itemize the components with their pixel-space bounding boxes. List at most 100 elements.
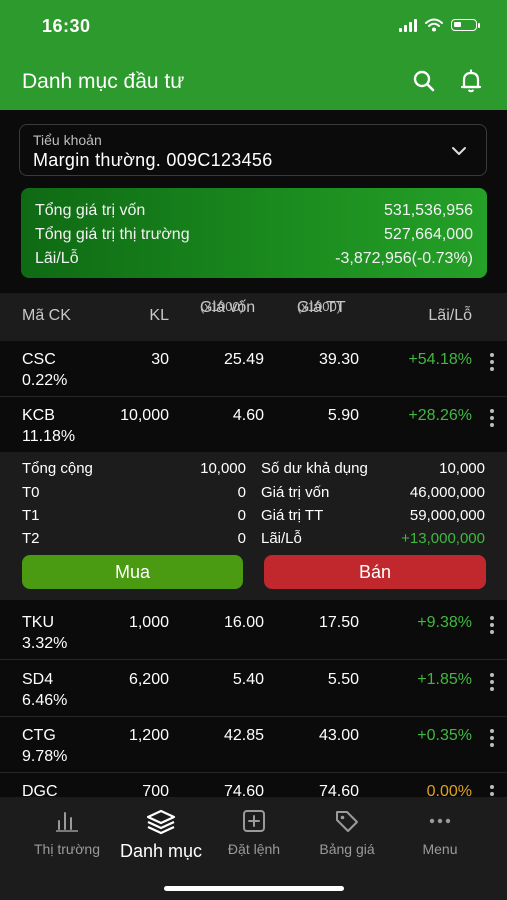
chart-bars-icon <box>56 812 78 832</box>
more-vertical-icon[interactable] <box>489 353 495 373</box>
account-selector[interactable]: Tiểu khoản Margin thường. 009C123456 <box>19 124 487 176</box>
detail-total-label: Tổng cộng <box>22 460 93 477</box>
page-title: Danh mục đầu tư <box>22 70 185 93</box>
row-code: TKU <box>22 614 54 631</box>
status-icons <box>399 18 480 32</box>
chevron-down-icon <box>452 147 466 155</box>
row-weight: 3.32% <box>22 635 68 652</box>
layers-icon <box>146 809 176 835</box>
row-pl: +28.26% <box>408 407 472 424</box>
detail-market-value: 59,000,000 <box>409 507 485 524</box>
account-value: Margin thường. 009C123456 <box>33 150 273 170</box>
detail-pl-value: +13,000,000 <box>401 530 485 547</box>
row-code: CTG <box>22 727 56 744</box>
detail-cost-label: Giá trị vốn <box>261 484 330 501</box>
row-qty: 1,200 <box>128 727 169 744</box>
row-price: 39.30 <box>318 351 359 368</box>
row-price: 43.00 <box>318 727 359 744</box>
detail-t1-value: 0 <box>237 507 246 524</box>
wifi-icon <box>425 18 443 32</box>
buy-button[interactable]: Mua <box>22 555 243 589</box>
header-price-unit: (x1000) <box>297 299 342 314</box>
search-icon[interactable] <box>411 68 437 94</box>
bell-icon[interactable] <box>458 68 484 94</box>
detail-cost-value: 46,000,000 <box>409 484 485 501</box>
row-qty: 30 <box>151 351 169 368</box>
row-cost: 25.49 <box>223 351 264 368</box>
tab-menu-label: Menu <box>422 841 458 857</box>
tab-place-order[interactable]: Đặt lệnh <box>209 809 299 857</box>
detail-pl-label: Lãi/Lỗ <box>261 530 302 547</box>
row-pl: +9.38% <box>417 614 472 631</box>
detail-total-value: 10,000 <box>200 460 246 477</box>
home-indicator <box>164 886 344 891</box>
row-price: 5.90 <box>327 407 359 424</box>
summary-pl-row: Lãi/Lỗ -3,872,956(-0.73%) <box>35 250 473 268</box>
more-vertical-icon[interactable] <box>489 409 495 429</box>
tab-menu[interactable]: Menu <box>395 809 485 857</box>
header-cost-unit: (x1000) <box>200 299 245 314</box>
row-cost: 5.40 <box>232 671 264 688</box>
summary-capital-label: Tổng giá trị vốn <box>35 202 146 219</box>
more-vertical-icon[interactable] <box>489 616 495 636</box>
tab-portfolio[interactable]: Danh mục <box>115 809 207 862</box>
detail-t0-label: T0 <box>22 484 40 501</box>
detail-t0-value: 0 <box>237 484 246 501</box>
detail-t2-value: 0 <box>237 530 246 547</box>
row-cost: 16.00 <box>223 614 264 631</box>
row-price: 5.50 <box>327 671 359 688</box>
summary-capital-value: 531,536,956 <box>384 202 473 219</box>
row-code: SD4 <box>22 671 54 688</box>
row-pl: +54.18% <box>408 351 472 368</box>
row-pl: +1.85% <box>417 671 472 688</box>
tab-market-label: Thị trường <box>33 841 100 857</box>
detail-market-label: Giá trị TT <box>261 507 324 524</box>
summary-market-row: Tổng giá trị thị trường 527,664,000 <box>35 226 473 244</box>
detail-t1-label: T1 <box>22 507 40 524</box>
detail-available-value: 10,000 <box>439 460 485 477</box>
more-vertical-icon[interactable] <box>489 673 495 693</box>
detail-available-label: Số dư khả dụng <box>261 460 368 477</box>
header-qty: KL <box>149 307 169 324</box>
row-code: CSC <box>22 351 56 368</box>
plus-square-icon <box>243 810 265 832</box>
summary-capital-row: Tổng giá trị vốn 531,536,956 <box>35 202 473 220</box>
row-weight: 6.46% <box>22 692 68 709</box>
tab-portfolio-label: Danh mục <box>119 841 203 861</box>
tag-icon <box>336 811 358 832</box>
table-row[interactable]: CSC 0.22% 30 25.49 39.30 +54.18% <box>0 341 507 397</box>
row-weight: 0.22% <box>22 372 68 389</box>
battery-icon <box>451 19 480 31</box>
row-weight: 11.18% <box>22 428 76 445</box>
sell-button[interactable]: Bán <box>264 555 486 589</box>
more-vertical-icon[interactable] <box>489 729 495 749</box>
row-price: 17.50 <box>318 614 359 631</box>
row-cost: 42.85 <box>223 727 264 744</box>
table-row[interactable]: TKU 3.32% 1,000 16.00 17.50 +9.38% <box>0 604 507 660</box>
portfolio-summary: Tổng giá trị vốn 531,536,956 Tổng giá tr… <box>21 188 487 278</box>
row-code: KCB <box>22 407 55 424</box>
summary-pl-value: -3,872,956(-0.73%) <box>335 250 473 267</box>
more-dots-icon <box>429 818 451 824</box>
header-pl: Lãi/Lỗ <box>428 307 472 324</box>
holdings-table-header: Mã CK KL Giá vốn (x1000) Giá TT (x1000) … <box>0 293 507 341</box>
table-row[interactable]: CTG 9.78% 1,200 42.85 43.00 +0.35% <box>0 717 507 773</box>
row-pl: +0.35% <box>417 727 472 744</box>
summary-market-value: 527,664,000 <box>384 226 473 243</box>
table-row[interactable]: SD4 6.46% 6,200 5.40 5.50 +1.85% <box>0 661 507 717</box>
summary-pl-label: Lãi/Lỗ <box>35 250 79 267</box>
summary-market-label: Tổng giá trị thị trường <box>35 226 190 243</box>
table-row-selected[interactable]: KCB 11.18% 10,000 4.60 5.90 +28.26% <box>0 397 507 453</box>
tab-price-board[interactable]: Bảng giá <box>302 809 392 857</box>
row-qty: 6,200 <box>128 671 169 688</box>
bottom-tab-bar: Thị trường Danh mục Đặt lệnh Bảng giá Me… <box>0 797 507 900</box>
tab-market[interactable]: Thị trường <box>22 809 112 857</box>
row-cost: 4.60 <box>232 407 264 424</box>
detail-t2-label: T2 <box>22 530 40 547</box>
row-qty: 10,000 <box>120 407 169 424</box>
row-weight: 9.78% <box>22 748 68 765</box>
account-label: Tiểu khoản <box>33 132 102 148</box>
app-bar: Danh mục đầu tư <box>0 52 507 110</box>
status-bar: 16:30 <box>0 0 507 52</box>
tab-place-order-label: Đặt lệnh <box>227 841 281 857</box>
